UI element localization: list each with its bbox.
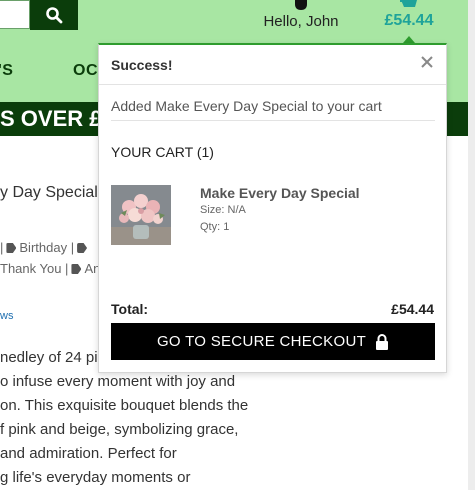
product-tags: | Birthday | (0, 240, 90, 255)
page-edge (468, 0, 475, 490)
cart-item-size: Size: N/A (200, 204, 246, 216)
popup-header: Success! (99, 45, 446, 85)
popup-title: Success! (111, 57, 173, 73)
popup-arrow (403, 36, 415, 43)
divider (111, 120, 435, 121)
bouquet-image (111, 185, 171, 245)
product-title: y Day Special (0, 184, 98, 201)
description-line: f pink and beige, symbolizing grace, (0, 421, 239, 438)
product-tags: Thank You | An (0, 261, 100, 276)
tag-icon (6, 243, 17, 253)
checkout-label: GO TO SECURE CHECKOUT (156, 333, 367, 350)
nav-item[interactable]: OC (73, 62, 98, 80)
tag-icon (77, 243, 88, 253)
cart-total: £54.44 (384, 12, 434, 29)
description-line: o infuse every moment with joy and (0, 373, 236, 390)
cart-popup: Success! Added Make Every Day Special to… (98, 43, 447, 373)
close-icon[interactable] (418, 53, 436, 71)
description-line: on. This exquisite bouquet blends the (0, 397, 249, 414)
tag-separator: | (0, 240, 4, 255)
account-menu[interactable]: Hello, John (258, 0, 344, 40)
greeting-text: Hello, John (263, 13, 339, 30)
description-line: g life's everyday moments or (0, 469, 191, 486)
cart-heading: YOUR CART (1) (111, 144, 214, 160)
success-message: Added Make Every Day Special to your car… (111, 98, 382, 114)
total-value: £54.44 (391, 301, 434, 317)
cart-item-qty: Qty: 1 (200, 221, 230, 233)
nav-item[interactable]: 'S (0, 62, 13, 80)
product-thumbnail[interactable] (111, 185, 171, 245)
description-line: and admiration. Perfect for (0, 445, 177, 462)
lock-icon (376, 333, 389, 350)
cart-icon (400, 0, 417, 7)
cart-link[interactable]: £54.44 (378, 0, 440, 40)
tag-link[interactable]: Thank You | (0, 261, 68, 276)
promo-banner-text: S OVER £5 (0, 106, 114, 131)
user-icon (295, 0, 307, 10)
cart-item-name[interactable]: Make Every Day Special (200, 185, 360, 201)
tag-icon (71, 264, 82, 274)
tag-link[interactable]: Birthday | (19, 240, 74, 255)
search-icon (46, 7, 63, 24)
search-button[interactable] (30, 0, 78, 30)
search-input[interactable] (0, 0, 30, 29)
total-label: Total: (111, 301, 149, 317)
reviews-link[interactable]: ws (0, 310, 13, 322)
checkout-button[interactable]: GO TO SECURE CHECKOUT (111, 323, 435, 360)
